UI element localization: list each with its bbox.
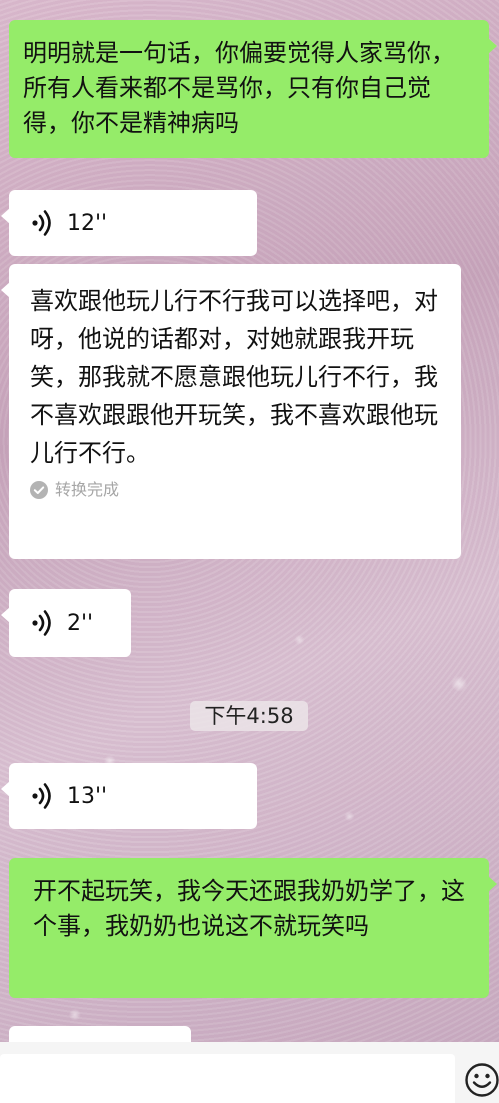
voice-message[interactable]: 12'' [1,190,257,256]
voice-message[interactable]: 13'' [1,763,257,829]
message-text: 开不起玩笑，我今天还跟我奶奶学了，这个事，我奶奶也说这不就玩笑吗 [33,877,465,940]
voice-duration: 13'' [67,783,108,809]
message-input[interactable] [0,1054,455,1103]
message-bubble-sent[interactable]: 明明就是一句话，你偏要觉得人家骂你，所有人看来都不是骂你，只有你自己觉得，你不是… [9,20,497,158]
voice-duration: 2'' [67,610,94,636]
message-text: 喜欢跟他玩儿行不行我可以选择吧，对呀，他说的话都对，对她就跟我开玩笑，那我就不愿… [30,287,438,467]
message-bubble-sent[interactable]: 开不起玩笑，我今天还跟我奶奶学了，这个事，我奶奶也说这不就玩笑吗 [9,858,497,998]
voice-wave-icon [32,210,51,236]
transcribe-status-label: 转换完成 [55,480,120,499]
emoji-smile-icon[interactable] [464,1062,499,1098]
voice-wave-icon [32,610,51,636]
message-bubble-received[interactable]: 喜欢跟他玩儿行不行我可以选择吧，对呀，他说的话都对，对她就跟我开玩笑，那我就不愿… [1,264,461,559]
voice-message[interactable]: 2'' [1,589,131,657]
transcribe-status: 转换完成 [30,480,447,500]
voice-duration: 12'' [67,210,108,236]
message-text: 明明就是一句话，你偏要觉得人家骂你，所有人看来都不是骂你，只有你自己觉得，你不是… [23,39,455,137]
check-circle-icon [30,481,48,499]
voice-wave-icon [32,783,51,809]
chat-timestamp: 下午4:58 [190,701,308,731]
